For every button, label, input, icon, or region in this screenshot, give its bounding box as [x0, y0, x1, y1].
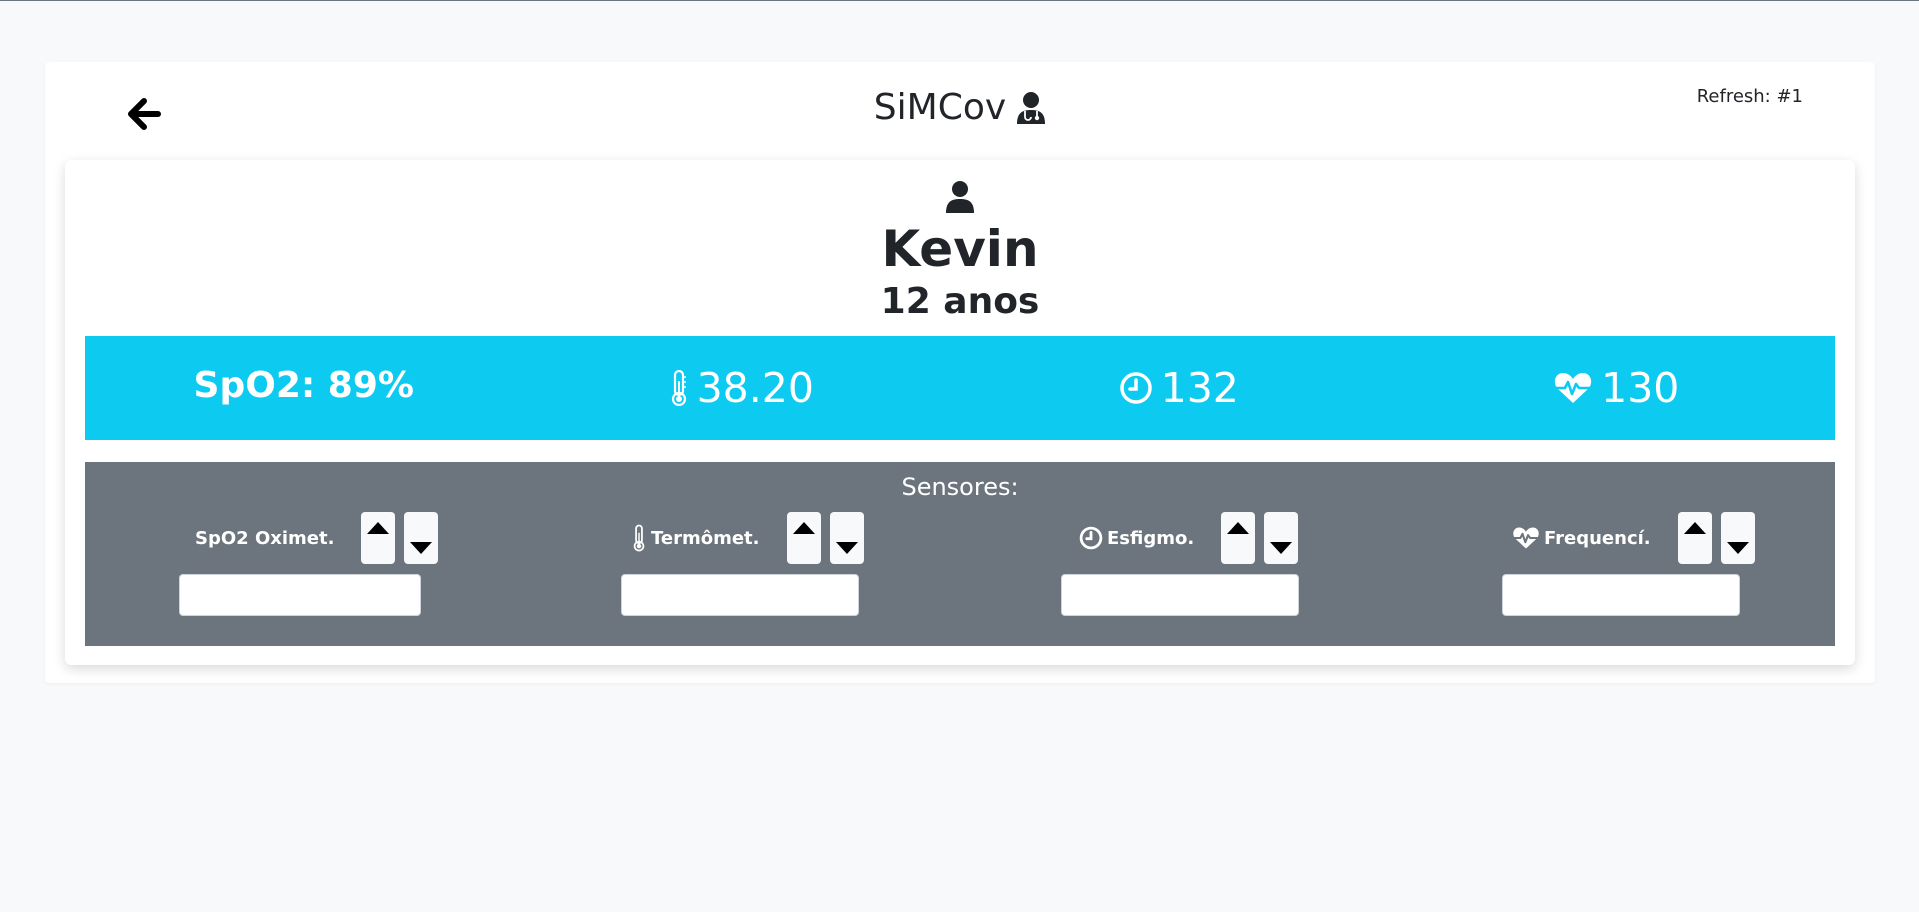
app-header: SiMCov [45, 87, 1875, 128]
caret-down-icon [1270, 542, 1293, 554]
sensor-sphygmo-label: Esfigmo. [1079, 526, 1194, 550]
caret-down-icon [1726, 542, 1749, 554]
sensor-heart-rate: Frequencí. [1502, 512, 1755, 632]
pressure-value: 132 [1160, 364, 1239, 412]
thermometer-icon [633, 524, 645, 552]
caret-up-icon [792, 522, 815, 534]
sensors-title: Sensores: [901, 473, 1019, 501]
sphygmo-decrease-button[interactable] [1264, 512, 1299, 564]
caret-down-icon [835, 542, 858, 554]
page-container: SiMCov Refresh: #1 Kevin 12 anos SpO2: 8… [45, 62, 1875, 683]
sensor-thermometer-label: Termômet. [631, 524, 760, 552]
clock-icon [1119, 372, 1152, 404]
clock-icon [1079, 526, 1103, 550]
sensors-panel: Sensores: SpO2 Oximet. Termômet. Esfigmo… [85, 462, 1835, 646]
heart-rate-decrease-button[interactable] [1720, 512, 1755, 564]
caret-up-icon [367, 522, 390, 534]
thermometer-increase-button[interactable] [786, 512, 821, 564]
sensor-thermometer: Termômet. [621, 512, 864, 632]
user-doctor-icon [1017, 91, 1046, 124]
spo2-increase-button[interactable] [361, 512, 396, 564]
vital-temperature: 38.20 [523, 364, 961, 412]
spo2-input[interactable] [179, 574, 421, 616]
temperature-value: 38.20 [696, 364, 814, 412]
sphygmo-input[interactable] [1061, 574, 1299, 616]
patient-name: Kevin [881, 220, 1039, 278]
patient-age: 12 anos [880, 281, 1040, 322]
caret-up-icon [1683, 522, 1706, 534]
spo2-decrease-button[interactable] [404, 512, 439, 564]
patient-card: Kevin 12 anos SpO2: 89% 38.20 132 130 Se… [65, 160, 1855, 665]
caret-up-icon [1227, 522, 1250, 534]
heart-rate-increase-button[interactable] [1677, 512, 1712, 564]
sensor-sphygmo: Esfigmo. [1061, 512, 1299, 632]
vital-pressure: 132 [960, 364, 1398, 412]
caret-down-icon [410, 542, 433, 554]
heart-rate-value: 130 [1601, 364, 1680, 412]
sensor-spo2: SpO2 Oximet. [179, 512, 439, 632]
sensor-spo2-label: SpO2 Oximet. [195, 527, 335, 549]
sensor-heart-rate-label: Frequencí. [1512, 526, 1651, 550]
vitals-bar: SpO2: 89% 38.20 132 130 [85, 336, 1835, 440]
heart-rate-input[interactable] [1502, 574, 1740, 616]
vital-spo2: SpO2: 89% [85, 365, 523, 406]
thermometer-input[interactable] [621, 574, 859, 616]
heart-pulse-icon [1554, 373, 1592, 403]
vital-heart-rate: 130 [1398, 364, 1836, 412]
spo2-value: SpO2: 89% [193, 364, 414, 406]
thermometer-decrease-button[interactable] [829, 512, 864, 564]
refresh-counter: Refresh: #1 [1696, 86, 1803, 107]
heart-pulse-icon [1513, 527, 1539, 549]
sphygmo-increase-button[interactable] [1221, 512, 1256, 564]
user-icon [946, 181, 974, 213]
app-title: SiMCov [873, 87, 1007, 128]
thermometer-icon [671, 369, 686, 407]
